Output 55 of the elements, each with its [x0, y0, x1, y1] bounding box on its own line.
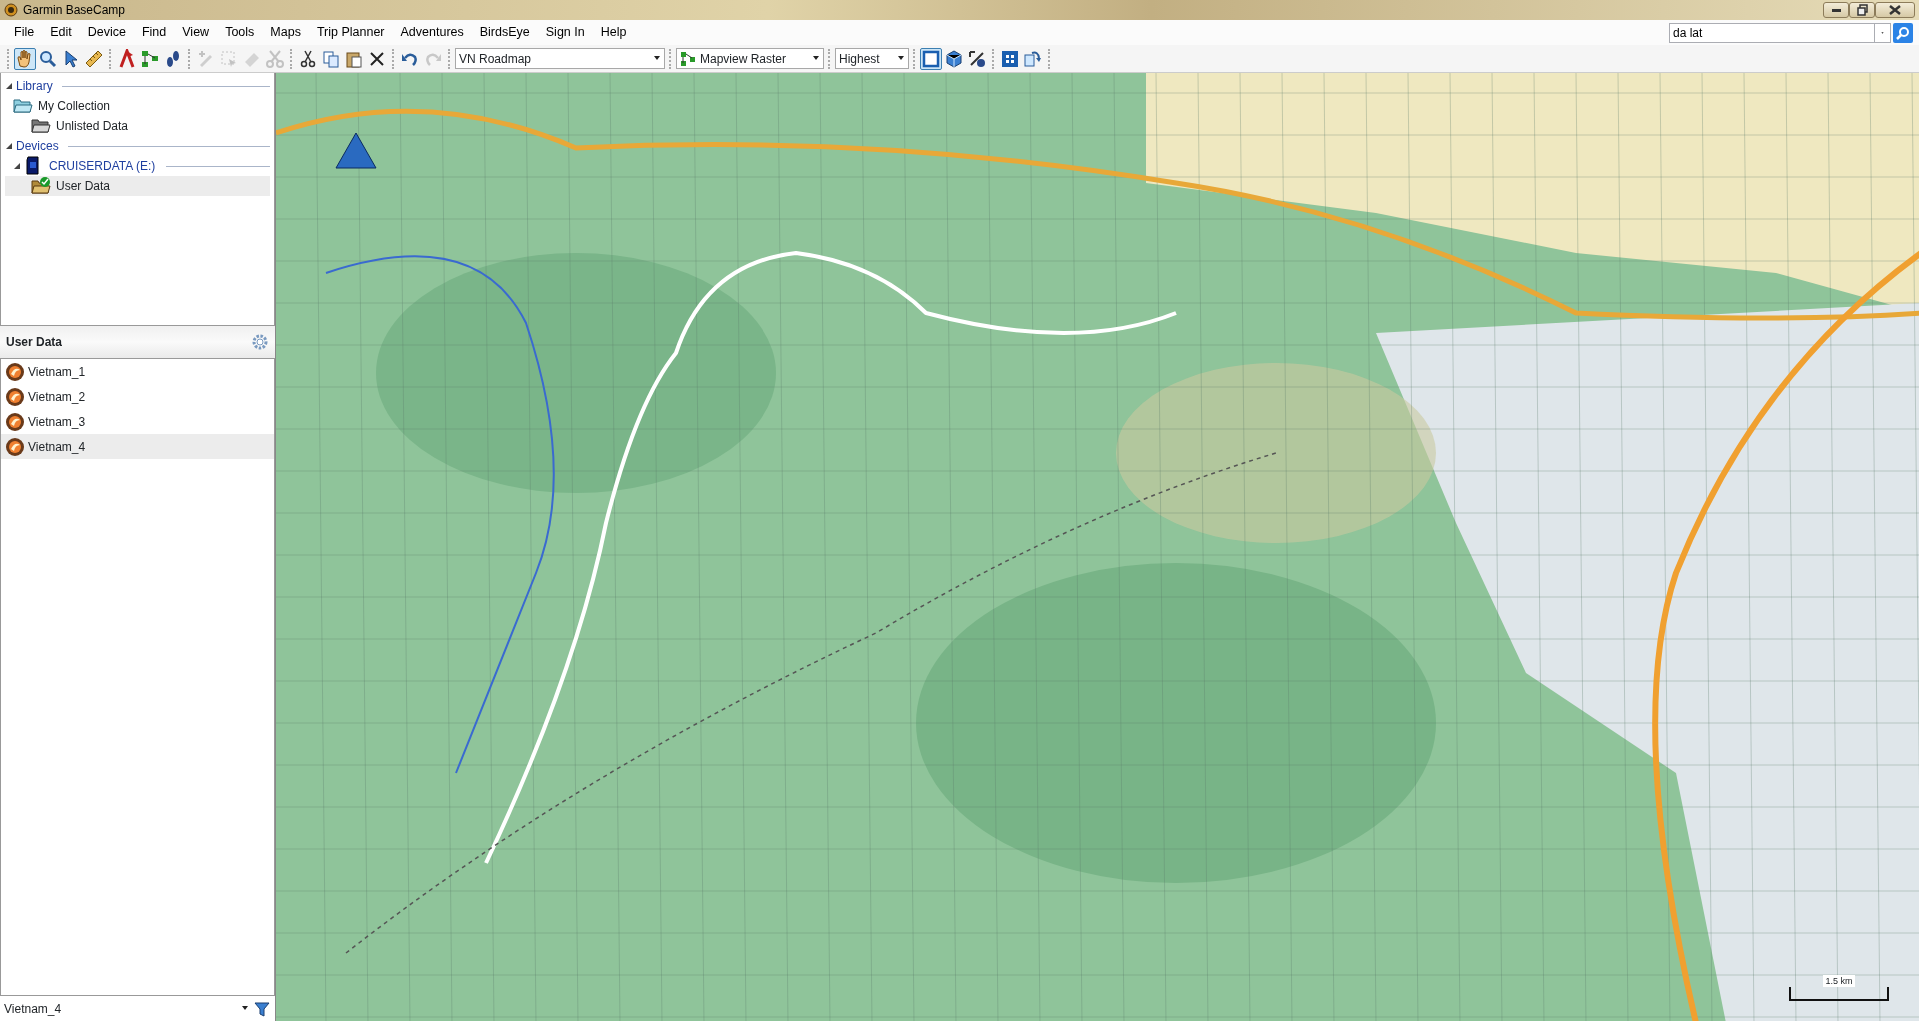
menu-item[interactable]: Help: [592, 21, 635, 44]
restore-button[interactable]: [1849, 2, 1875, 18]
scale-label: 1.5 km: [1823, 975, 1855, 987]
map-style-dropdown[interactable]: Mapview Raster: [676, 48, 824, 69]
close-button[interactable]: [1875, 2, 1915, 18]
list-item[interactable]: Vietnam_1: [1, 359, 274, 384]
search-button[interactable]: [1893, 22, 1913, 43]
caret-icon: [241, 1005, 249, 1012]
data-file-icon: [5, 386, 25, 407]
panel-title: User Data: [6, 334, 63, 351]
menu-item[interactable]: File: [6, 21, 43, 44]
map-2d-view-button[interactable]: [920, 47, 942, 70]
data-file-icon: [5, 436, 25, 457]
caret-icon: [897, 55, 905, 62]
filter-button[interactable]: [253, 999, 271, 1018]
menu-item[interactable]: Maps: [262, 21, 309, 44]
data-file-icon: [5, 361, 25, 382]
menu-item[interactable]: BirdsEye: [471, 21, 538, 44]
folder-icon: [13, 96, 33, 116]
menu-item[interactable]: Find: [133, 21, 175, 44]
route-icon: [680, 50, 696, 67]
tree-item[interactable]: My Collection: [36, 96, 113, 116]
settings-button[interactable]: [251, 332, 269, 352]
menu-item[interactable]: Adventures: [392, 21, 472, 44]
restore-icon: [1856, 4, 1868, 16]
list-item[interactable]: Vietnam_3: [1, 409, 274, 434]
folder-icon: [31, 116, 51, 136]
list-item[interactable]: Vietnam_4: [1, 434, 274, 459]
caret-icon: [653, 55, 661, 62]
close-icon: [1889, 5, 1901, 15]
map-product-dropdown[interactable]: VN Roadmap: [455, 48, 665, 69]
window-title: Garmin BaseCamp: [23, 2, 126, 19]
caret-icon: [812, 55, 820, 62]
menu-item[interactable]: View: [174, 21, 218, 44]
expander-icon[interactable]: [5, 142, 13, 150]
tree-item[interactable]: Unlisted Data: [54, 116, 131, 136]
expander-icon[interactable]: [13, 162, 21, 170]
minimize-button[interactable]: [1823, 2, 1849, 18]
app-logo-icon: [4, 3, 18, 17]
menu-item[interactable]: Tools: [217, 21, 263, 44]
menu-item[interactable]: Trip Planner: [308, 21, 393, 44]
search-field[interactable]: da lat: [1669, 22, 1875, 43]
tree-item[interactable]: CRUISERDATA (E:): [47, 156, 158, 176]
data-file-icon: [5, 411, 25, 432]
list-item[interactable]: Vietnam_2: [1, 384, 274, 409]
minimize-icon: [1831, 8, 1841, 12]
folder-check-icon: [31, 176, 51, 196]
section-heading: Library: [16, 78, 53, 95]
detail-dropdown[interactable]: Highest: [835, 48, 909, 69]
section-heading: Devices: [16, 138, 59, 155]
menu-item[interactable]: Sign In: [537, 21, 593, 44]
expander-icon[interactable]: [5, 82, 13, 90]
menu-item[interactable]: Device: [79, 21, 134, 44]
hand-tool-button[interactable]: [14, 47, 36, 70]
menu-item[interactable]: Edit: [42, 21, 80, 44]
